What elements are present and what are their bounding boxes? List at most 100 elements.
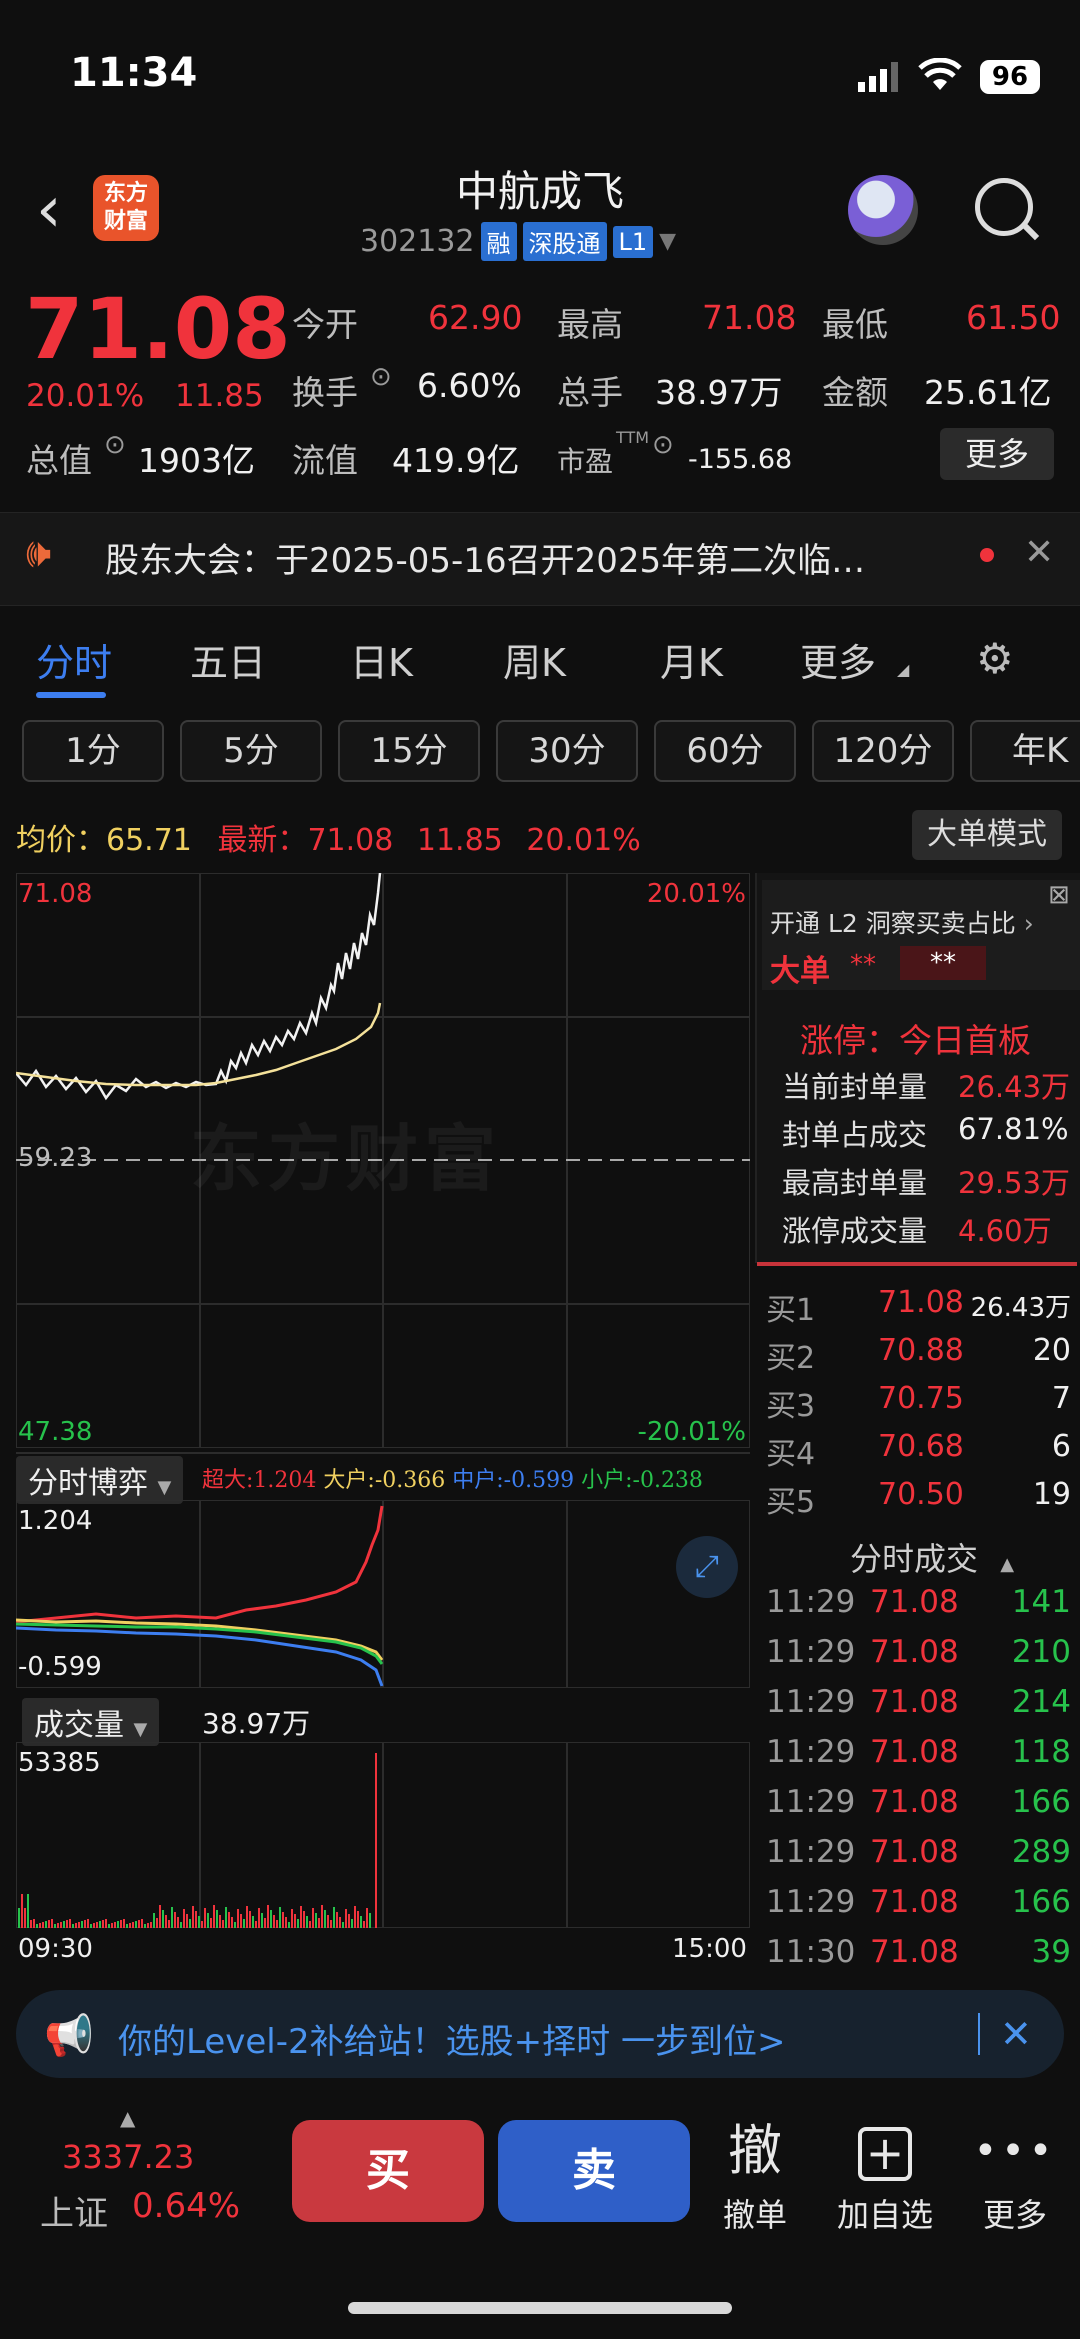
period-5min[interactable]: 5分: [180, 720, 322, 782]
unread-dot: [980, 548, 994, 562]
period-120min[interactable]: 120分: [812, 720, 954, 782]
tab-daily-k[interactable]: 日K: [350, 632, 413, 687]
volume-bar: [234, 1922, 236, 1928]
cancel-order-label: 撤单: [722, 2196, 787, 2234]
index-expand-icon[interactable]: ▲: [120, 2106, 135, 2130]
volume-bar: [336, 1912, 338, 1928]
legend-medium: 中户:-0.599: [452, 1468, 575, 1493]
volume-chart[interactable]: 53385: [16, 1742, 750, 1928]
close-icon[interactable]: ✕: [1000, 2012, 1032, 2056]
volume-bar: [30, 1920, 32, 1928]
bobo-selector[interactable]: 分时博弈 ▼: [16, 1456, 184, 1504]
volume-bar: [192, 1906, 194, 1928]
big-order-mode-button[interactable]: 大单模式: [912, 810, 1062, 860]
banner-text[interactable]: 你的Level-2补给站！选股+择时 一步到位>: [118, 2014, 785, 2063]
volume-bar: [198, 1916, 200, 1928]
tab-monthly-k[interactable]: 月K: [660, 632, 723, 687]
trades-title[interactable]: 分时成交 ▲: [850, 1534, 1014, 1580]
volume-bar: [144, 1924, 146, 1928]
volume-bar: [153, 1913, 155, 1928]
period-year-k[interactable]: 年K: [970, 720, 1080, 782]
trade-row: 11:29 71.08 118: [766, 1734, 1071, 1770]
volume-bar: [279, 1907, 281, 1928]
pe-value: -155.68: [688, 444, 793, 475]
index-name[interactable]: 上证: [40, 2186, 108, 2235]
index-value[interactable]: 3337.23: [62, 2138, 194, 2176]
order-book-row[interactable]: 买1 71.08 26.43万: [766, 1285, 1071, 1333]
volume-bar: [177, 1917, 179, 1928]
tab-weekly-k[interactable]: 周K: [503, 632, 566, 687]
volume-bar: [150, 1922, 152, 1928]
sell-button[interactable]: 卖: [498, 2120, 690, 2222]
bobo-y-bottom: -0.599: [18, 1652, 102, 1682]
limit-row-label: 当前封单量: [782, 1070, 928, 1104]
bobo-chart[interactable]: 1.204 -0.599 ⤢: [16, 1500, 750, 1688]
status-time: 11:34: [70, 50, 198, 96]
volume-selector[interactable]: 成交量 ▼: [22, 1698, 160, 1746]
change-percent: 20.01%: [26, 378, 145, 414]
order-book-row[interactable]: 买4 70.68 6: [766, 1429, 1071, 1477]
volume-bar: [273, 1915, 275, 1928]
trade-row: 11:29 71.08 210: [766, 1634, 1071, 1670]
bobo-label: 分时博弈: [28, 1466, 148, 1501]
info-icon[interactable]: ⊙: [104, 430, 126, 460]
caret-down-icon[interactable]: ▼: [659, 229, 676, 254]
volume-bar: [51, 1919, 53, 1928]
volume-bar: [375, 1753, 377, 1928]
tag-connect[interactable]: 深股通: [522, 222, 607, 261]
close-icon[interactable]: ⊠: [1048, 880, 1070, 910]
expand-icon[interactable]: ⤢: [676, 1536, 738, 1598]
assistant-robot-icon[interactable]: [848, 175, 918, 245]
order-book-row[interactable]: 买5 70.50 19: [766, 1477, 1071, 1525]
more-quote-button[interactable]: 更多: [940, 428, 1054, 480]
period-60min[interactable]: 60分: [654, 720, 796, 782]
gear-icon[interactable]: ⚙: [976, 634, 1014, 683]
latest-percent: 20.01%: [526, 823, 641, 858]
avg-price-line: [16, 1002, 382, 1087]
volume-bar: [60, 1922, 62, 1928]
high-label: 最高: [557, 305, 623, 344]
stock-title: 中航成飞: [455, 167, 624, 216]
tag-margin[interactable]: 融: [480, 222, 517, 261]
tab-intraday[interactable]: 分时: [36, 632, 112, 687]
volume-bar: [318, 1918, 320, 1928]
limit-row-label: 封单占成交: [782, 1118, 928, 1152]
volume-bar: [312, 1908, 314, 1928]
volume-bar: [288, 1922, 290, 1928]
order-book-row[interactable]: 买2 70.88 20: [766, 1333, 1071, 1381]
signal-icon: [858, 62, 898, 92]
tab-five-day[interactable]: 五日: [190, 632, 266, 687]
add-watchlist-button[interactable]: + 加自选: [830, 2120, 940, 2236]
volume-bar: [78, 1922, 80, 1928]
tag-level[interactable]: L1: [612, 225, 654, 258]
volume-bar: [117, 1921, 119, 1928]
close-icon[interactable]: ✕: [1024, 532, 1054, 573]
volume-bar: [345, 1909, 347, 1928]
price-info-row: 均价：65.71 最新：71.08 11.85 20.01%: [16, 815, 641, 859]
volume-bar: [216, 1910, 218, 1928]
notice-text[interactable]: 股东大会：于2025-05-16召开2025年第二次临…: [105, 533, 865, 582]
tab-more[interactable]: 更多: [800, 632, 876, 687]
volume-bar: [210, 1918, 212, 1928]
index-percent[interactable]: 0.64%: [132, 2186, 240, 2226]
info-icon[interactable]: ⊙: [652, 430, 674, 460]
order-book-row[interactable]: 买3 70.75 7: [766, 1381, 1071, 1429]
cancel-order-button[interactable]: 撤 撤单: [700, 2120, 810, 2236]
more-toolbar-button[interactable]: ••• 更多: [960, 2120, 1070, 2236]
volume-bar: [72, 1924, 74, 1928]
volume-bar: [189, 1919, 191, 1928]
period-15min[interactable]: 15分: [338, 720, 480, 782]
volume-bar: [27, 1894, 29, 1928]
volume-bar: [243, 1919, 245, 1928]
volume-value: 38.97万: [655, 373, 783, 412]
volume-bar: [330, 1920, 332, 1928]
latest-price: 71.08: [307, 823, 394, 858]
low-label: 最低: [822, 305, 888, 344]
volume-bar: [159, 1905, 161, 1928]
l2-title[interactable]: 开通 L2 洞察买卖占比 ›: [770, 904, 1034, 940]
info-icon[interactable]: ⊙: [370, 362, 392, 392]
avg-value: 65.71: [106, 823, 192, 858]
buy-button[interactable]: 买: [292, 2120, 484, 2222]
period-30min[interactable]: 30分: [496, 720, 638, 782]
period-1min[interactable]: 1分: [22, 720, 164, 782]
